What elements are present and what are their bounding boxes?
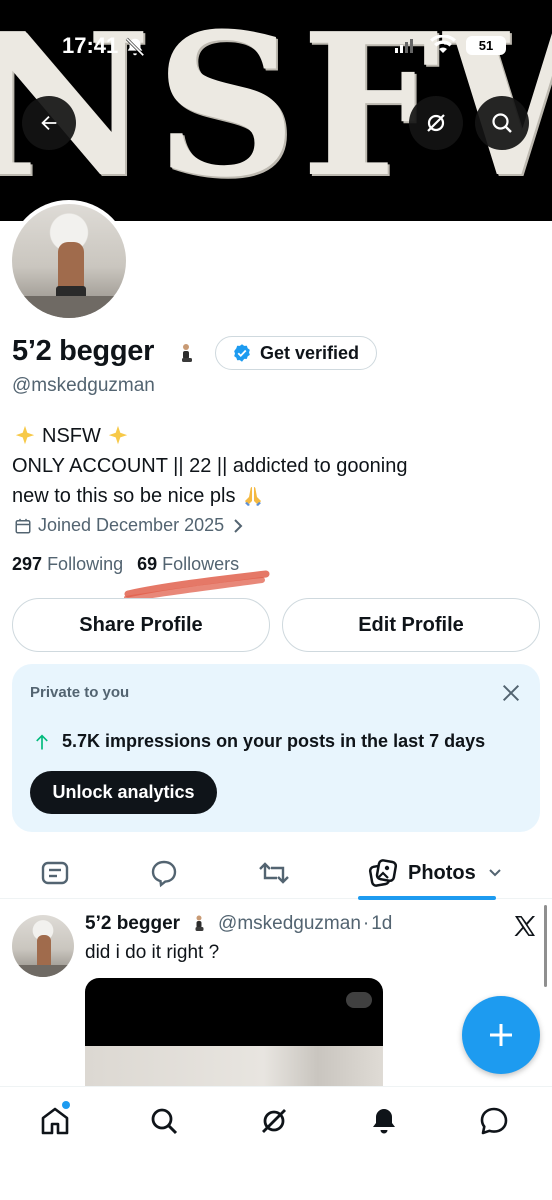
plus-icon bbox=[490, 1024, 512, 1046]
profile-tabs: Photos bbox=[0, 845, 552, 900]
calendar-icon bbox=[15, 518, 31, 533]
wifi-icon bbox=[430, 35, 456, 53]
get-verified-label: Get verified bbox=[260, 342, 360, 363]
x-logo-icon[interactable] bbox=[513, 914, 537, 938]
reply-bubble-icon bbox=[151, 860, 177, 888]
display-name: 5’2 begger bbox=[12, 335, 155, 367]
battery-level: 51 bbox=[478, 38, 494, 53]
bottom-navigation bbox=[0, 1086, 552, 1200]
bio-line-3-text: new to this so be nice pls bbox=[12, 485, 236, 507]
search-icon bbox=[492, 113, 512, 133]
joined-text: Joined December 2025 bbox=[38, 515, 225, 535]
home-notification-dot bbox=[62, 1101, 70, 1109]
glowing-star-icon bbox=[15, 425, 35, 445]
bio-line-1: NSFW bbox=[12, 421, 407, 451]
bell-icon bbox=[373, 1109, 395, 1134]
edit-profile-button[interactable]: Edit Profile bbox=[282, 598, 540, 652]
profile-avatar[interactable] bbox=[8, 200, 130, 322]
get-verified-button[interactable]: Get verified bbox=[215, 336, 377, 370]
profile-bio: NSFW ONLY ACCOUNT || 22 || addicted to g… bbox=[12, 421, 407, 511]
post-avatar[interactable] bbox=[12, 915, 74, 977]
battery-indicator: 51 bbox=[466, 36, 506, 55]
status-bar: 17:41 51 bbox=[0, 0, 552, 90]
chevron-down-icon bbox=[489, 869, 501, 877]
grok-icon bbox=[262, 1109, 286, 1133]
back-button[interactable] bbox=[22, 96, 76, 150]
search-icon bbox=[151, 1108, 178, 1135]
search-button[interactable] bbox=[475, 96, 529, 150]
scrollbar[interactable] bbox=[544, 905, 547, 987]
chat-icon bbox=[480, 1107, 508, 1135]
verified-badge-icon bbox=[234, 344, 250, 362]
compose-button[interactable] bbox=[462, 996, 540, 1074]
bell-off-icon bbox=[125, 37, 145, 57]
post-header: 5’2 begger @mskedguzman · 1d bbox=[85, 913, 392, 935]
home-icon bbox=[41, 1107, 69, 1135]
impressions-text: 5.7K impressions on your posts in the la… bbox=[62, 731, 486, 751]
tab-posts[interactable] bbox=[38, 853, 72, 893]
following-label: Following bbox=[47, 554, 124, 574]
bio-line-2: ONLY ACCOUNT || 22 || addicted to goonin… bbox=[12, 451, 407, 481]
repost-icon bbox=[259, 862, 289, 884]
nav-search[interactable] bbox=[144, 1101, 184, 1141]
posts-icon bbox=[41, 861, 69, 885]
nav-messages[interactable] bbox=[474, 1101, 514, 1141]
arrow-left-icon bbox=[41, 115, 57, 131]
impressions-stat: 5.7K impressions on your posts in the la… bbox=[32, 731, 485, 752]
card-kicker: Private to you bbox=[30, 684, 130, 701]
close-icon[interactable] bbox=[500, 682, 522, 704]
analytics-card: Private to you 5.7K impressions on your … bbox=[12, 664, 540, 832]
unlock-analytics-button[interactable]: Unlock analytics bbox=[30, 771, 217, 814]
following-link[interactable]: 297 Following bbox=[12, 554, 123, 575]
profile-handle: @mskedguzman bbox=[12, 375, 155, 396]
post-photo bbox=[85, 1046, 383, 1090]
tab-photos-label: Photos bbox=[408, 861, 476, 884]
arrow-up-icon bbox=[36, 734, 48, 749]
glowing-star-icon bbox=[108, 425, 128, 445]
nav-grok[interactable] bbox=[254, 1101, 294, 1141]
post-handle[interactable]: @mskedguzman bbox=[218, 913, 361, 935]
kneeling-person-icon bbox=[182, 344, 192, 362]
post-media[interactable] bbox=[85, 978, 383, 1090]
tab-reposts[interactable] bbox=[256, 853, 292, 893]
nav-notifications[interactable] bbox=[364, 1101, 404, 1141]
tab-replies[interactable] bbox=[147, 853, 181, 893]
media-badge bbox=[346, 992, 372, 1008]
folded-hands-icon bbox=[245, 487, 262, 506]
bio-line-1-text: NSFW bbox=[42, 425, 101, 447]
post-author[interactable]: 5’2 begger bbox=[85, 913, 180, 935]
grok-button[interactable] bbox=[409, 96, 463, 150]
bio-line-3: new to this so be nice pls bbox=[12, 481, 407, 511]
grok-icon bbox=[427, 114, 445, 132]
post-text: did i do it right ? bbox=[85, 942, 220, 963]
tab-photos[interactable]: Photos bbox=[368, 853, 512, 893]
avatar-image bbox=[12, 204, 126, 318]
signal-icon bbox=[395, 39, 413, 53]
status-time: 17:41 bbox=[62, 33, 119, 58]
chevron-right-icon bbox=[234, 518, 243, 533]
photos-icon bbox=[368, 859, 398, 887]
share-profile-button[interactable]: Share Profile bbox=[12, 598, 270, 652]
bio-line-2-text: ONLY ACCOUNT || 22 || addicted to goonin… bbox=[12, 455, 408, 477]
post-age: 1d bbox=[371, 913, 393, 934]
joined-date[interactable]: Joined December 2025 bbox=[14, 515, 250, 536]
post-separator: · bbox=[362, 913, 370, 934]
kneeling-person-icon bbox=[195, 915, 204, 931]
active-tab-indicator bbox=[358, 896, 496, 900]
following-count: 297 bbox=[12, 554, 43, 574]
